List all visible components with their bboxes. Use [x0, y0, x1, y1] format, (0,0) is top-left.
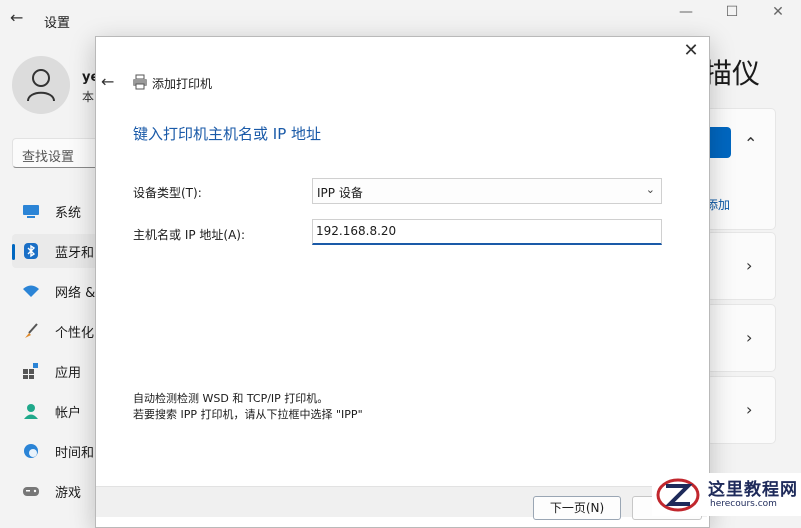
- chevron-right-icon[interactable]: ›: [746, 256, 752, 275]
- chevron-right-icon[interactable]: ›: [746, 328, 752, 347]
- search-placeholder: 查找设置: [22, 150, 75, 165]
- hint-line-2: 若要搜索 IPP 打印机，请从下拉框中选择 "IPP": [133, 408, 363, 421]
- host-label: 主机名或 IP 地址(A):: [133, 228, 246, 242]
- watermark-logo-icon: [656, 478, 700, 512]
- chevron-right-icon[interactable]: ›: [746, 400, 752, 419]
- back-arrow-icon[interactable]: ←: [10, 8, 30, 32]
- printer-card-2[interactable]: [706, 304, 776, 372]
- device-type-select[interactable]: IPP 设备 ⌄: [312, 178, 662, 204]
- close-window-icon[interactable]: ✕: [758, 4, 798, 24]
- watermark-en: herecours.com: [710, 499, 777, 509]
- device-type-label: 设备类型(T):: [133, 186, 202, 200]
- back-arrow-icon[interactable]: ←: [101, 72, 119, 92]
- close-icon[interactable]: ✕: [680, 40, 702, 62]
- user-subtitle: 本: [82, 90, 95, 104]
- monitor-icon: [23, 205, 39, 218]
- bluetooth-icon: [24, 243, 38, 259]
- sidebar-item-label: 时间和: [55, 446, 95, 461]
- dialog-heading: 键入打印机主机名或 IP 地址: [133, 125, 322, 143]
- printer-icon: [133, 74, 147, 90]
- chevron-up-icon[interactable]: ⌃: [744, 134, 757, 153]
- sidebar-item-label: 系统: [55, 206, 82, 221]
- page-title: 描仪: [704, 57, 761, 90]
- printer-card-3[interactable]: [706, 376, 776, 444]
- sidebar-item-label: 游戏: [55, 486, 82, 501]
- sidebar-item-label: 个性化: [55, 326, 95, 341]
- window-title: 设置: [44, 16, 71, 31]
- maximize-icon[interactable]: ☐: [712, 4, 752, 24]
- host-input-box[interactable]: [312, 219, 662, 245]
- host-input[interactable]: [316, 224, 646, 238]
- chevron-down-icon: ⌄: [645, 183, 655, 196]
- printer-card-1[interactable]: [706, 232, 776, 300]
- user-icon: [27, 69, 55, 102]
- next-button[interactable]: 下一页(N): [533, 496, 621, 520]
- hint-line-1: 自动检测检测 WSD 和 TCP/IP 打印机。: [133, 392, 329, 405]
- brush-icon: [25, 323, 38, 338]
- account-icon: [24, 404, 38, 419]
- add-printer-dialog: [95, 36, 710, 528]
- sidebar-item-label: 帐户: [55, 406, 82, 421]
- watermark-cn: 这里教程网: [708, 480, 798, 500]
- sidebar-item-label: 网络 &: [55, 286, 96, 301]
- gamepad-icon: [23, 487, 39, 496]
- sidebar-item-label: 蓝牙和: [55, 246, 95, 261]
- wifi-icon: [23, 285, 39, 297]
- device-type-value: IPP 设备: [317, 186, 363, 200]
- minimize-icon[interactable]: —: [666, 4, 706, 24]
- wizard-title: 添加打印机: [152, 77, 213, 91]
- watermark: 这里教程网 herecours.com: [652, 473, 801, 516]
- sidebar-item-label: 应用: [55, 366, 82, 381]
- avatar[interactable]: [12, 56, 70, 114]
- apps-icon: [23, 363, 38, 379]
- clock-globe-icon: [24, 444, 38, 458]
